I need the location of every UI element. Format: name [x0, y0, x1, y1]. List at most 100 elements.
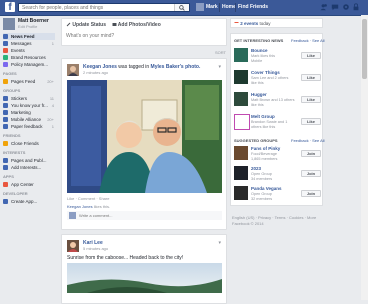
like-page-button[interactable]: Like	[301, 96, 321, 103]
settings-lock-icon[interactable]	[352, 3, 360, 11]
sidebar-item-apps[interactable]: App Center	[3, 181, 55, 188]
search-box[interactable]	[18, 3, 190, 12]
couple-photo	[67, 80, 222, 193]
sidebar-item-count: 4	[51, 103, 54, 108]
group-name[interactable]: Fans of Pinky	[251, 146, 280, 151]
group-name[interactable]: 2023	[251, 166, 261, 171]
bounce-logo-icon[interactable]	[234, 48, 248, 62]
find-friends-link[interactable]: Find Friends	[238, 4, 268, 10]
user-avatar[interactable]	[196, 3, 204, 11]
profile-picture[interactable]	[3, 18, 15, 30]
sidebar-item-interests[interactable]: Pages and Publ...	[3, 157, 55, 164]
post-timestamp[interactable]: 5 minutes ago	[83, 246, 108, 251]
like-page-button[interactable]: Like	[301, 118, 321, 125]
events-count[interactable]: 2 events	[240, 21, 258, 26]
group-subtitle: 32 members	[251, 197, 273, 201]
sidebar-item-label: Pages and Publ...	[11, 158, 47, 163]
chevron-down-icon[interactable]: ▾	[218, 240, 221, 246]
page-name[interactable]: Hugger	[251, 92, 267, 97]
join-group-button[interactable]: Join	[301, 170, 321, 177]
page-subtitle: Brandon Swaie and 1	[251, 120, 288, 124]
sidebar-item-label: News Feed	[11, 34, 35, 39]
group-name[interactable]: Panda Vegans	[251, 186, 282, 191]
like-page-button[interactable]: Like	[301, 74, 321, 81]
sidebar-item-interests[interactable]: Add Interests...	[3, 164, 55, 171]
post-photo[interactable]	[67, 263, 222, 293]
tab-add-photos[interactable]: Add Photos/Video	[118, 22, 161, 28]
join-group-button[interactable]: Join	[301, 150, 321, 157]
search-input[interactable]	[19, 4, 175, 11]
post-target-link[interactable]: Myles Baker's photo.	[151, 64, 201, 70]
section-head-friends: FRIENDS	[3, 133, 21, 138]
groups-head-label: SUGGESTED GROUPS	[234, 138, 278, 143]
sidebar-item-groups[interactable]: Paper feedback 1	[3, 123, 55, 130]
post-author-avatar[interactable]	[67, 240, 79, 252]
tab-update-status[interactable]: Update Status	[72, 22, 106, 28]
left-sidebar: Matt Boerner Edit Profile News Feed Messa…	[0, 15, 58, 300]
home-link[interactable]: Home	[222, 4, 236, 10]
events-reminder[interactable]: 2 events today	[234, 21, 271, 26]
calendar-icon	[234, 22, 239, 26]
hugger-logo-icon[interactable]	[234, 92, 248, 106]
sidebar-item-friends[interactable]: Close Friends	[3, 140, 55, 147]
sidebar-item-groups[interactable]: You know your fr... 4	[3, 102, 55, 109]
like-name-link[interactable]: Keegan Jones	[67, 204, 93, 209]
messages-icon[interactable]	[331, 3, 339, 11]
notifications-icon[interactable]	[342, 3, 350, 11]
sidebar-item-favorites[interactable]: Policy Managem...	[3, 61, 55, 68]
post-actions[interactable]: Like · Comment · Share	[67, 196, 109, 201]
comment-box	[67, 211, 222, 220]
sidebar-item-developer[interactable]: Create App...	[3, 198, 55, 205]
suggested-page-row: Melt Group Brandon Swaie and 1 others like…	[234, 114, 321, 132]
group-subtitle: 1,865 members	[251, 157, 278, 161]
sidebar-item-favorites[interactable]: News Feed	[3, 33, 55, 40]
group-subtitle: 34 members	[251, 177, 273, 181]
post-photo[interactable]	[67, 80, 222, 193]
search-icon	[179, 5, 185, 11]
scrollbar-thumb[interactable]	[362, 19, 367, 79]
sidebar-item-favorites[interactable]: Events	[3, 47, 55, 54]
sort-button[interactable]: SORT	[215, 50, 226, 55]
groups-head-links[interactable]: Feedback · See All	[291, 138, 325, 143]
sidebar-item-count: 20+	[47, 117, 54, 122]
friend-requests-icon[interactable]	[320, 3, 328, 11]
page-name[interactable]: Melt Group	[251, 114, 275, 119]
join-group-button[interactable]: Join	[301, 190, 321, 197]
suggested-page-row: Cover Things Sam Lee and 2 others like thi…	[234, 70, 321, 88]
melt-group-logo-icon[interactable]	[234, 114, 250, 130]
pages-head-links[interactable]: Feedback · See All	[291, 38, 325, 43]
post-author-avatar[interactable]	[67, 64, 79, 76]
group-icon	[3, 117, 8, 122]
suggested-group-row: Panda Vegans Open Group 32 members Join	[234, 186, 321, 204]
sidebar-item-label: Marketing	[11, 110, 31, 115]
sidebar-item-favorites[interactable]: Messages 1	[3, 40, 55, 47]
pages-feed-icon	[3, 79, 8, 84]
scrollbar[interactable]	[361, 15, 368, 300]
pinky-logo-icon[interactable]	[234, 146, 248, 160]
status-input[interactable]	[66, 33, 216, 39]
sidebar-item-favorites[interactable]: Brand Resources	[3, 54, 55, 61]
panda-logo-icon[interactable]	[234, 186, 248, 200]
page-name[interactable]: Cover Things	[251, 70, 280, 75]
sidebar-item-label: Paper feedback	[11, 124, 43, 129]
cover-things-logo-icon[interactable]	[234, 70, 248, 84]
comment-input[interactable]	[79, 213, 209, 218]
search-button[interactable]	[174, 4, 189, 11]
page-subtitle: like this	[251, 103, 264, 107]
footer-links[interactable]: English (US) · Privacy · Terms · Cookies…	[232, 215, 316, 220]
group-2023-logo-icon[interactable]	[234, 166, 248, 180]
sidebar-item-groups[interactable]: Mobile Alliance 20+	[3, 116, 55, 123]
events-card[interactable]: 2 events today	[230, 18, 323, 28]
profile-link[interactable]: Mark	[206, 4, 218, 10]
edit-profile-link[interactable]: Edit Profile	[18, 24, 37, 29]
sidebar-item-groups[interactable]: Marketing	[3, 109, 55, 116]
page-name[interactable]: Bounce	[251, 48, 268, 53]
like-page-button[interactable]: Like	[301, 52, 321, 59]
footer-copyright: Facebook © 2014	[232, 221, 264, 226]
facebook-logo-icon[interactable]: f	[5, 2, 15, 13]
chevron-down-icon[interactable]: ▾	[218, 64, 221, 70]
sidebar-item-groups[interactable]: Stickers 11	[3, 95, 55, 102]
post-timestamp[interactable]: 2 minutes ago	[83, 70, 108, 75]
sidebar-item-pages[interactable]: Pages Feed 20+	[3, 78, 55, 85]
group-icon	[3, 124, 8, 129]
